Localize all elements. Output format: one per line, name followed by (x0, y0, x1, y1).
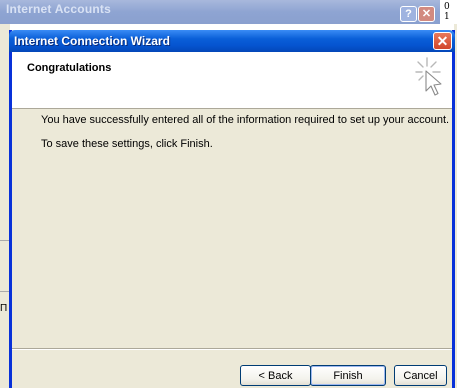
background-edge-text: 0 1 (444, 2, 450, 22)
internet-connection-wizard-dialog: Internet Connection Wizard ✕ Congratulat… (9, 30, 455, 388)
finish-button[interactable]: Finish (310, 365, 386, 386)
close-button[interactable]: ✕ (433, 32, 452, 50)
page-title: Congratulations (27, 62, 112, 74)
wizard-titlebar[interactable]: Internet Connection Wizard ✕ (9, 30, 455, 52)
background-close-button[interactable]: ✕ (418, 6, 435, 22)
wizard-cursor-sparkle-icon (415, 57, 442, 96)
wizard-title: Internet Connection Wizard (14, 34, 170, 48)
wizard-header: Congratulations (12, 52, 452, 109)
background-edge-glyph: Π (0, 303, 8, 314)
cancel-button[interactable]: Cancel (394, 365, 447, 386)
wizard-content: You have successfully entered all of the… (12, 109, 452, 341)
background-window-title: Internet Accounts (6, 2, 111, 16)
background-window-titlebar: Internet Accounts ? ✕ (0, 0, 440, 24)
button-separator-highlight (12, 349, 452, 350)
instruction-message: To save these settings, click Finish. (41, 138, 213, 150)
background-help-button[interactable]: ? (400, 6, 417, 22)
success-message: You have successfully entered all of the… (41, 114, 450, 126)
back-button[interactable]: < Back (240, 365, 311, 386)
